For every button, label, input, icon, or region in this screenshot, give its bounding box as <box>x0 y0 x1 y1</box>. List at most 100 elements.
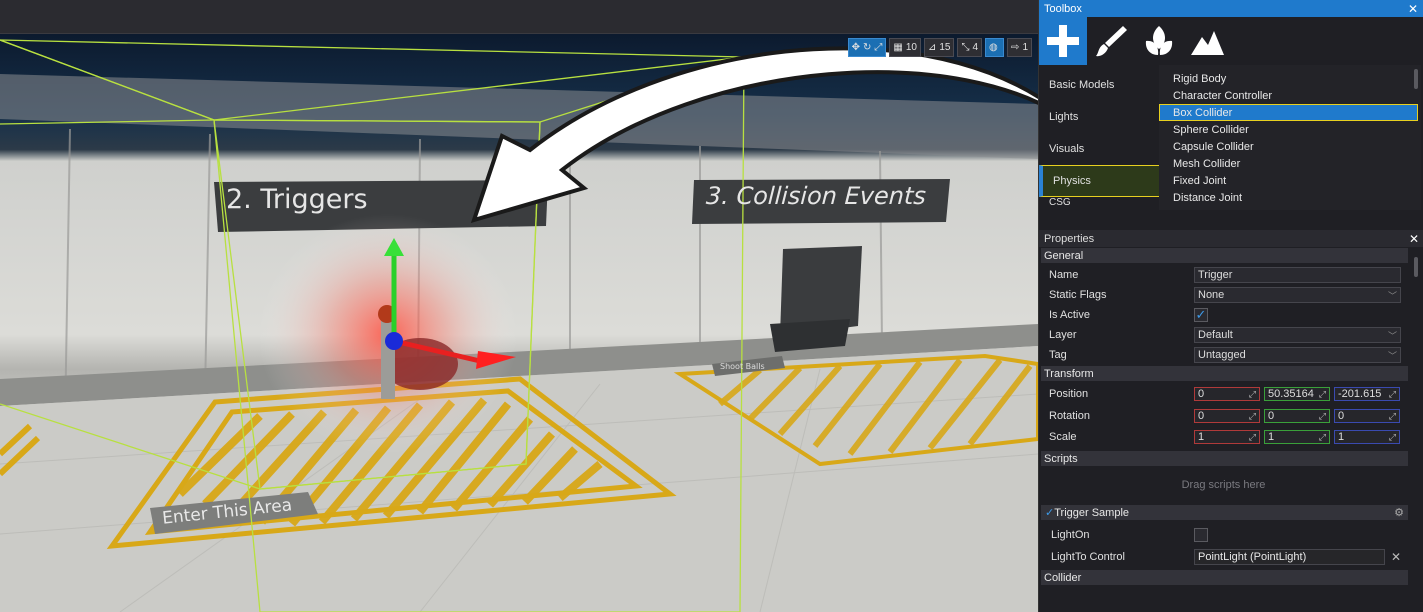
drag-edit-icon[interactable]: ⤢ <box>1249 411 1256 422</box>
drag-edit-icon[interactable]: ⤢ <box>1319 432 1326 443</box>
layer-label: Layer <box>1049 329 1077 341</box>
item-mesh-collider[interactable]: Mesh Collider <box>1159 155 1421 172</box>
tab-paint[interactable] <box>1087 17 1135 65</box>
section-general[interactable]: General <box>1041 248 1408 263</box>
drag-edit-icon[interactable]: ⤢ <box>1319 389 1326 400</box>
grid-icon: ▦ <box>893 42 903 53</box>
static-flags-dropdown[interactable]: None ﹀ <box>1194 287 1401 303</box>
tag-value: Untagged <box>1198 349 1246 361</box>
toolbox-scrollbar[interactable] <box>1414 69 1418 89</box>
static-flags-label: Static Flags <box>1049 289 1107 301</box>
sign-shoot-balls: Shoot Balls <box>720 362 765 371</box>
chevron-down-icon: ﹀ <box>1387 290 1397 301</box>
close-icon[interactable]: ✕ <box>1408 2 1418 16</box>
item-rigid-body[interactable]: Rigid Body <box>1159 70 1421 87</box>
script-name: Trigger Sample <box>1054 507 1130 519</box>
scale-y-value: 1 <box>1268 431 1275 443</box>
category-visuals[interactable]: Visuals <box>1039 133 1161 165</box>
tag-label: Tag <box>1049 349 1067 361</box>
rotation-z-input[interactable]: 0 ⤢ <box>1334 409 1400 423</box>
position-y-input[interactable]: 50.35164 ⤢ <box>1264 387 1330 401</box>
chevron-down-icon: ﹀ <box>1387 330 1397 341</box>
name-label: Name <box>1049 269 1079 281</box>
category-physics[interactable]: Physics <box>1039 165 1161 197</box>
scale-y-input[interactable]: 1 ⤢ <box>1264 430 1330 444</box>
brush-icon <box>1096 26 1127 57</box>
drag-edit-icon[interactable]: ⤢ <box>1389 411 1396 422</box>
rotation-y-input[interactable]: 0 ⤢ <box>1264 409 1330 423</box>
translate-gizmo-button[interactable]: ✥ ↻ ⤢ <box>847 38 887 57</box>
row-name: Name Trigger <box>1039 265 1423 285</box>
script-trigger-sample-header[interactable]: ✓Trigger Sample ⚙ <box>1041 505 1408 520</box>
drag-edit-icon[interactable]: ⤢ <box>1389 389 1396 400</box>
position-y-value: 50.35164 <box>1268 388 1314 400</box>
grid-snap-value: 10 <box>905 42 917 53</box>
move-icon: ✥ <box>851 42 860 53</box>
scene-render <box>0 39 1038 612</box>
layer-dropdown[interactable]: Default ﹀ <box>1194 327 1401 343</box>
script-enabled-check-icon[interactable]: ✓ <box>1045 507 1054 519</box>
close-icon[interactable]: ✕ <box>1409 232 1419 246</box>
drag-scripts-dropzone[interactable]: Drag scripts here <box>1039 466 1408 504</box>
name-input[interactable]: Trigger <box>1194 267 1401 283</box>
light-on-checkbox[interactable] <box>1194 528 1208 542</box>
scene-viewport[interactable]: 2. Triggers 3. Collision Events Enter Th… <box>0 34 1038 612</box>
drag-edit-icon[interactable]: ⤢ <box>1319 411 1326 422</box>
angle-icon: ⊿ <box>927 42 937 53</box>
toolbox-title: Toolbox <box>1044 2 1082 15</box>
scale-x-input[interactable]: 1 ⤢ <box>1194 430 1260 444</box>
clear-reference-icon[interactable]: ✕ <box>1391 550 1401 564</box>
scale-x-value: 1 <box>1198 431 1205 443</box>
is-active-checkbox[interactable]: ✓ <box>1194 308 1208 322</box>
position-z-input[interactable]: -201.615 ⤢ <box>1334 387 1400 401</box>
row-scale: Scale 1 ⤢ 1 ⤢ 1 ⤢ <box>1039 427 1423 447</box>
category-csg[interactable]: CSG <box>1039 197 1161 209</box>
row-position: Position 0 ⤢ 50.35164 ⤢ -201.615 ⤢ <box>1039 383 1423 405</box>
editor-side-panel: Toolbox ✕ Basic Models Lights Visuals Ph… <box>1038 0 1423 612</box>
gear-icon[interactable]: ⚙ <box>1394 506 1404 519</box>
drag-edit-icon[interactable]: ⤢ <box>1389 432 1396 443</box>
rotation-x-input[interactable]: 0 ⤢ <box>1194 409 1260 423</box>
section-scripts[interactable]: Scripts <box>1041 451 1408 466</box>
position-z-value: -201.615 <box>1338 388 1382 400</box>
camera-speed-button[interactable]: ⇨ 1 <box>1007 38 1032 57</box>
scale-snap-button[interactable]: ⤡ 4 <box>957 38 983 57</box>
section-transform[interactable]: Transform <box>1041 366 1408 381</box>
tab-terrain[interactable] <box>1183 17 1231 65</box>
category-lights[interactable]: Lights <box>1039 101 1161 133</box>
scale-icon[interactable]: ⤢ <box>874 42 882 53</box>
item-box-collider[interactable]: Box Collider <box>1159 104 1418 121</box>
angle-snap-button[interactable]: ⊿ 15 <box>923 38 955 57</box>
section-collider[interactable]: Collider <box>1041 570 1408 585</box>
item-distance-joint[interactable]: Distance Joint <box>1159 189 1421 206</box>
sign-triggers: 2. Triggers <box>226 184 368 215</box>
scale-snap-value: 4 <box>972 42 979 53</box>
globe-icon: ◍ <box>989 42 998 53</box>
item-fixed-joint[interactable]: Fixed Joint <box>1159 172 1421 189</box>
item-character-controller[interactable]: Character Controller <box>1159 87 1421 104</box>
grid-snap-button[interactable]: ▦ 10 <box>889 38 921 57</box>
row-layer: Layer Default ﹀ <box>1039 325 1423 345</box>
category-basic-models[interactable]: Basic Models <box>1039 69 1161 101</box>
scale-z-input[interactable]: 1 ⤢ <box>1334 430 1400 444</box>
camera-speed-icon: ⇨ <box>1011 42 1020 53</box>
item-sphere-collider[interactable]: Sphere Collider <box>1159 121 1421 138</box>
mountain-icon <box>1191 31 1224 55</box>
item-capsule-collider[interactable]: Capsule Collider <box>1159 138 1421 155</box>
tab-foliage[interactable] <box>1135 17 1183 65</box>
rotate-icon[interactable]: ↻ <box>863 42 871 53</box>
chevron-down-icon: ﹀ <box>1387 350 1397 361</box>
is-active-label: Is Active <box>1049 309 1090 321</box>
drag-edit-icon[interactable]: ⤢ <box>1249 389 1256 400</box>
row-is-active: Is Active ✓ <box>1039 305 1423 325</box>
row-static-flags: Static Flags None ﹀ <box>1039 285 1423 305</box>
drag-edit-icon[interactable]: ⤢ <box>1249 432 1256 443</box>
light-to-control-field[interactable]: PointLight (PointLight) <box>1194 549 1385 565</box>
position-x-input[interactable]: 0 ⤢ <box>1194 387 1260 401</box>
angle-snap-value: 15 <box>939 42 951 53</box>
scale-z-value: 1 <box>1338 431 1345 443</box>
rotation-z-value: 0 <box>1338 410 1345 422</box>
world-space-button[interactable]: ◍ <box>985 38 1005 57</box>
tag-dropdown[interactable]: Untagged ﹀ <box>1194 347 1401 363</box>
tab-add[interactable] <box>1039 17 1087 65</box>
